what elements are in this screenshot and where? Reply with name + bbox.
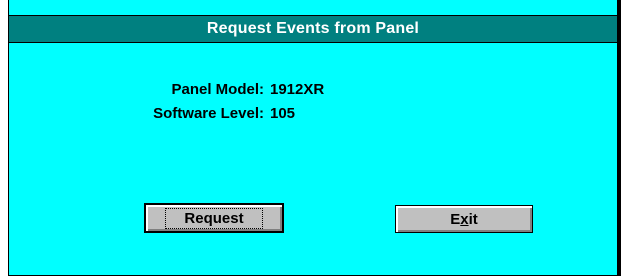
title-bar[interactable]: Request Events from Panel — [9, 15, 617, 43]
window-right-edge — [618, 0, 621, 276]
request-button[interactable]: Request — [144, 203, 284, 233]
software-level-row: Software Level: 105 — [69, 105, 295, 123]
software-level-label: Software Level: — [153, 105, 264, 122]
exit-button[interactable]: Exit — [395, 205, 533, 233]
panel-model-value: 1912XR — [270, 81, 325, 98]
request-button-label: Request — [165, 207, 263, 229]
exit-button-label: Exit — [450, 210, 478, 228]
window-title: Request Events from Panel — [206, 20, 420, 37]
software-level-value: 105 — [270, 105, 296, 122]
panel-model-row: Panel Model: 1912XR — [69, 81, 324, 99]
panel-model-label: Panel Model: — [171, 81, 264, 98]
request-events-dialog: Request Events from Panel Panel Model: 19… — [8, 0, 618, 276]
